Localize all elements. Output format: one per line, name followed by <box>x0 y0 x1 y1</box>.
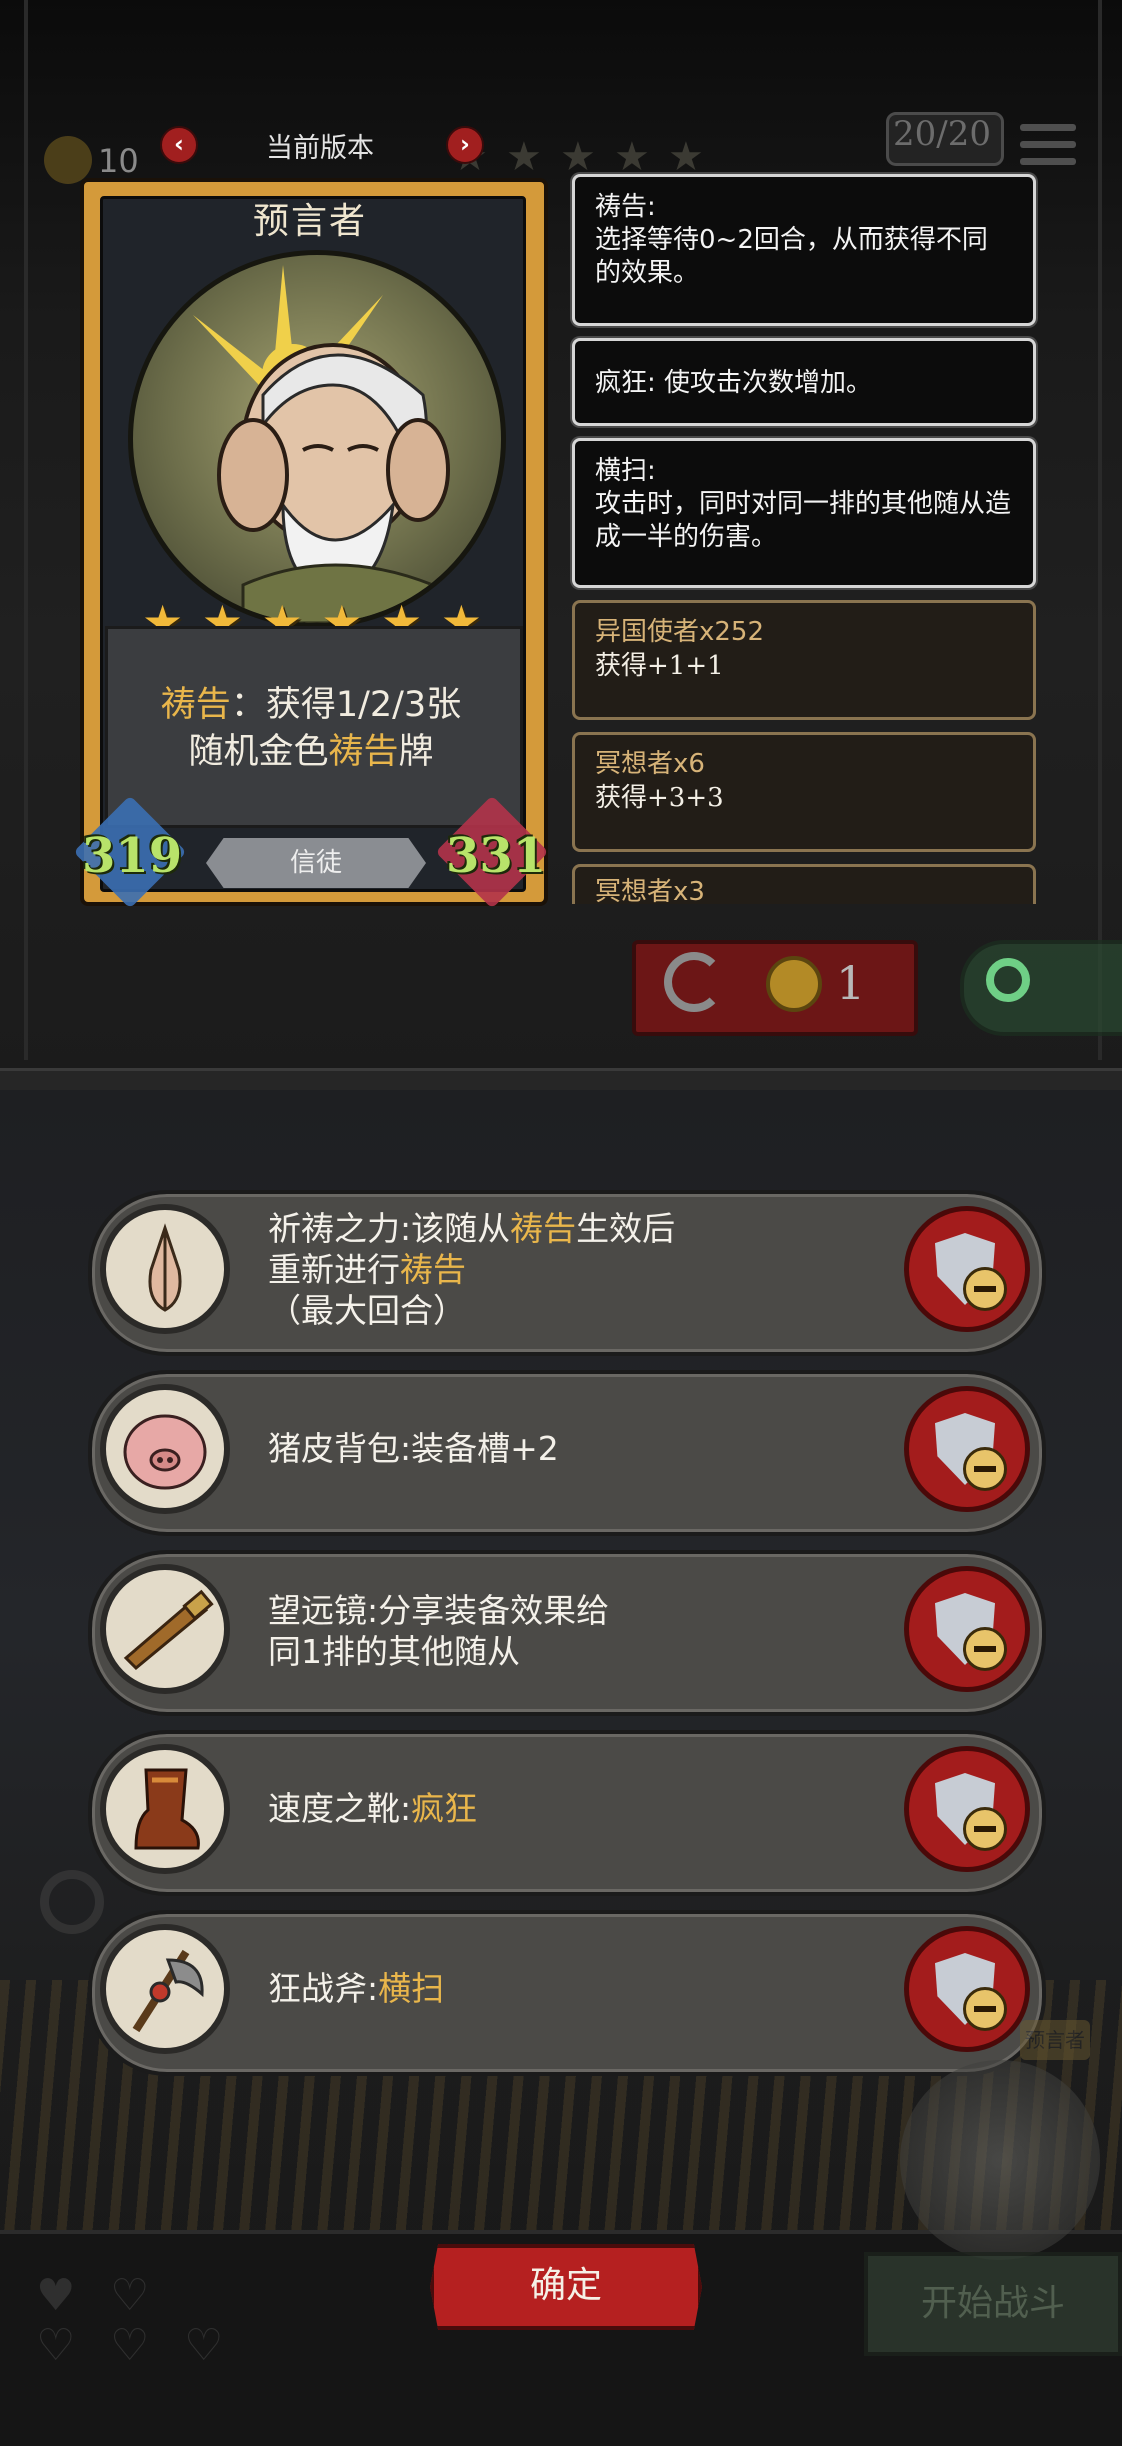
telescope-icon <box>100 1564 230 1694</box>
hero-avatar <box>900 2060 1100 2260</box>
hero-portrait <box>128 250 506 628</box>
coin-count: 10 <box>98 142 139 180</box>
keyword-pray: 祷告 <box>328 732 399 772</box>
minus-icon <box>963 1627 1007 1671</box>
remove-equipment-button[interactable] <box>904 1566 1030 1692</box>
synergy-item: 异国使者x252 获得+1+1 <box>572 600 1036 720</box>
unit-counter: 20/20 <box>893 114 991 154</box>
coin-icon <box>766 956 822 1012</box>
keyword-pray: 祷告 <box>160 685 231 725</box>
hero-description: 祷告：获得1/2/3张 随机金色祷告牌 <box>108 682 514 776</box>
search-icon <box>986 958 1030 1002</box>
attack-value: 319 <box>82 828 183 884</box>
pig-backpack-icon <box>100 1384 230 1514</box>
heart-icon: ♡ <box>110 2320 150 2371</box>
faint-star-icon: ★ <box>506 134 542 180</box>
desc-text: 牌 <box>398 732 434 772</box>
ability-body: 选择等待0~2回合，从而获得不同的效果。 <box>595 225 988 288</box>
equipment-description: 速度之靴:疯狂 <box>268 1788 788 1829</box>
berserker-axe-icon <box>100 1924 230 2054</box>
synergy-value: 获得+3+3 <box>595 783 724 813</box>
minus-icon <box>963 1987 1007 2031</box>
equip-text: 生效后 <box>576 1209 676 1248</box>
desc-text: 随机金色 <box>188 732 329 772</box>
prev-version-button[interactable]: ‹ <box>160 126 198 164</box>
heart-icon: ♡ <box>110 2270 150 2321</box>
start-battle-button[interactable]: 开始战斗 <box>864 2252 1122 2356</box>
praying-hands-icon <box>100 1204 230 1334</box>
menu-icon[interactable] <box>1020 124 1076 166</box>
next-version-button[interactable]: › <box>446 126 484 164</box>
synergy-item: 冥想者x6 获得+3+3 <box>572 732 1036 852</box>
equip-text: 重新进行 <box>268 1250 400 1289</box>
remove-equipment-button[interactable] <box>904 1206 1030 1332</box>
equip-text: 同1排的其他随从 <box>268 1632 520 1671</box>
tribe-tag: 信徒 <box>206 838 426 888</box>
equipment-description: 狂战斧:横扫 <box>268 1968 788 2009</box>
search-icon <box>40 1870 104 1934</box>
refresh-cost: 1 <box>836 956 866 1010</box>
heart-icon: ♡ <box>184 2320 224 2371</box>
equip-text: （最大回合） <box>268 1291 466 1330</box>
minus-icon <box>963 1447 1007 1491</box>
version-title: 当前版本 <box>266 133 374 164</box>
ability-panel-sweep: 横扫: 攻击时，同时对同一排的其他随从造成一半的伤害。 <box>572 438 1036 588</box>
keyword-sweep: 横扫 <box>378 1969 445 2008</box>
equipment-description: 祈祷之力:该随从祷告生效后 重新进行祷告 （最大回合） <box>268 1208 788 1331</box>
speed-boots-icon <box>100 1744 230 1874</box>
minus-icon <box>963 1807 1007 1851</box>
confirm-button[interactable]: 确定 <box>430 2244 702 2330</box>
keyword-frenzy: 疯狂 <box>411 1789 478 1828</box>
keyword-pray: 祷告 <box>510 1209 577 1248</box>
ability-title: 祷告: <box>595 192 656 222</box>
equip-text: 速度之靴: <box>268 1789 412 1828</box>
hero-name: 预言者 <box>252 201 367 242</box>
coin-icon <box>44 136 92 184</box>
health-value: 331 <box>446 828 547 884</box>
ability-panel-frenzy: 疯狂: 使攻击次数增加。 <box>572 338 1036 426</box>
heart-icon: ♥ <box>36 2270 76 2321</box>
synergy-item: 冥想者x3 <box>572 864 1036 904</box>
equip-text: 狂战斧: <box>268 1969 379 2008</box>
equip-text: 猪皮背包:装备槽+2 <box>268 1429 559 1468</box>
synergy-name: 异国使者x252 <box>595 617 765 647</box>
synergy-name: 冥想者x3 <box>595 877 705 904</box>
search-button[interactable] <box>960 940 1122 1036</box>
ability-panel-pray: 祷告: 选择等待0~2回合，从而获得不同的效果。 <box>572 174 1036 326</box>
ability-body: 攻击时，同时对同一排的其他随从造成一半的伤害。 <box>595 489 1012 552</box>
equipment-description: 望远镜:分享装备效果给 同1排的其他随从 <box>268 1590 788 1672</box>
equipment-description: 猪皮背包:装备槽+2 <box>268 1428 788 1469</box>
synergy-value: 获得+1+1 <box>595 651 724 681</box>
synergy-name: 冥想者x6 <box>595 749 705 779</box>
remove-equipment-button[interactable] <box>904 1386 1030 1512</box>
equip-text: 祈祷之力:该随从 <box>268 1209 511 1248</box>
equip-text: 望远镜:分享装备效果给 <box>268 1591 610 1630</box>
desc-text: ：获得1/2/3张 <box>230 685 462 725</box>
ability-body: 疯狂: 使攻击次数增加。 <box>595 368 873 398</box>
remove-equipment-button[interactable] <box>904 1926 1030 2052</box>
heart-icon: ♡ <box>36 2320 76 2371</box>
minus-icon <box>963 1267 1007 1311</box>
remove-equipment-button[interactable] <box>904 1746 1030 1872</box>
keyword-pray: 祷告 <box>400 1250 466 1289</box>
ability-title: 横扫: <box>595 456 656 486</box>
refresh-icon <box>664 952 724 1012</box>
hero-tag: 预言者 <box>1020 2020 1090 2060</box>
